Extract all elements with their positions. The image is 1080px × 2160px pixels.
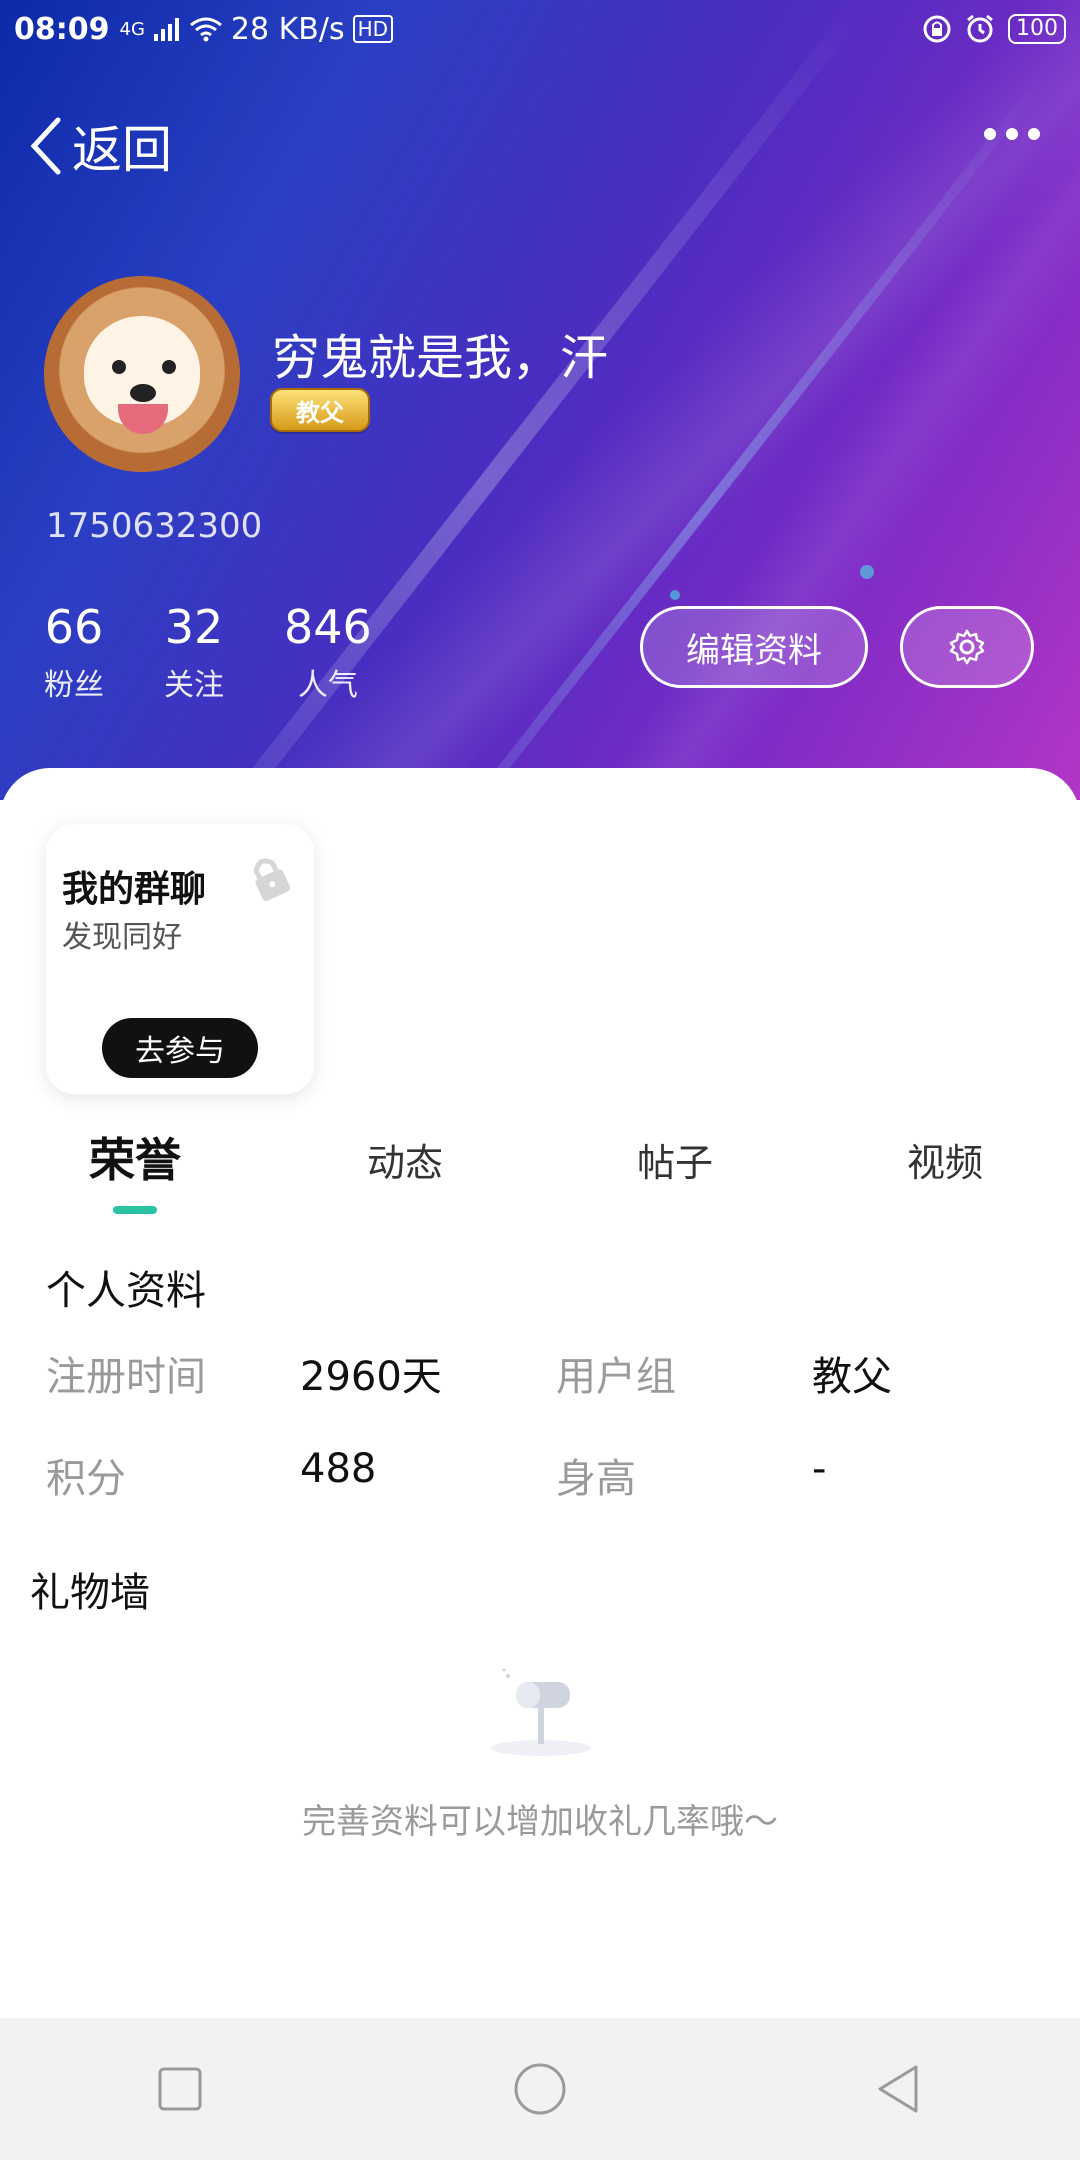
tab-honor[interactable]: 荣誉 — [0, 1124, 270, 1214]
network-indicators: 4G 28 KB/s HD — [120, 12, 394, 47]
battery-indicator: 100 — [1008, 14, 1066, 44]
info-key: 用户组 — [556, 1354, 676, 1400]
recent-apps-button[interactable] — [140, 2049, 220, 2129]
decorative-dot — [860, 565, 874, 579]
wifi-icon — [189, 17, 222, 42]
more-dot-icon — [984, 128, 996, 140]
gear-icon — [949, 629, 985, 665]
profile-content: 我的群聊 发现同好 去参与 荣誉 动态 帖子 视频 个人资料 注册时间 2960… — [0, 768, 1080, 2018]
chevron-left-icon — [30, 117, 61, 175]
back-button[interactable]: 返回 — [28, 110, 172, 182]
status-time: 08:09 — [14, 11, 110, 47]
tab-label: 视频 — [906, 1141, 983, 1185]
stat-label: 粉丝 — [44, 668, 104, 703]
home-button[interactable] — [500, 2049, 580, 2129]
square-icon — [158, 2067, 202, 2111]
more-dot-icon — [1028, 128, 1040, 140]
info-value: 教父 — [812, 1354, 892, 1400]
stat-following[interactable]: 32 关注 — [164, 600, 224, 704]
edit-profile-button[interactable]: 编辑资料 — [640, 606, 868, 688]
hd-icon: HD — [352, 15, 394, 43]
stat-popularity[interactable]: 846 人气 — [284, 600, 372, 704]
stat-label: 关注 — [164, 668, 224, 703]
info-key: 身高 — [556, 1456, 636, 1502]
avatar-mouth — [118, 404, 168, 434]
mailbox-icon — [491, 1668, 591, 1756]
signal-icon — [153, 18, 179, 41]
profile-header: 08:09 4G 28 KB/s HD 100 返回 穷鬼就是我，汗 教父 17… — [0, 0, 1080, 800]
gift-wall-empty-tip: 完善资料可以增加收礼几率哦～ — [302, 1802, 778, 1842]
status-right: 100 — [922, 13, 1066, 45]
info-value: 2960天 — [300, 1354, 442, 1400]
username: 穷鬼就是我，汗 — [272, 330, 609, 386]
gift-wall-title: 礼物墙 — [30, 1570, 150, 1616]
info-value: 488 — [300, 1446, 377, 1492]
group-chat-card[interactable]: 我的群聊 发现同好 去参与 — [46, 824, 314, 1094]
tab-feed[interactable]: 动态 — [270, 1124, 540, 1214]
group-card-subtitle: 发现同好 — [62, 920, 182, 955]
stat-value: 66 — [44, 600, 104, 654]
circle-icon — [514, 2063, 566, 2115]
user-id: 1750632300 — [46, 506, 263, 546]
stat-followers[interactable]: 66 粉丝 — [44, 600, 104, 704]
more-button[interactable] — [984, 128, 1040, 140]
profile-info-title: 个人资料 — [46, 1268, 206, 1314]
profile-tabs: 荣誉 动态 帖子 视频 — [0, 1124, 1080, 1214]
info-key: 注册时间 — [46, 1354, 206, 1400]
triangle-back-icon — [878, 2065, 918, 2113]
group-card-title: 我的群聊 — [62, 869, 207, 910]
status-bar: 08:09 4G 28 KB/s HD 100 — [0, 0, 1080, 58]
tab-active-indicator — [113, 1206, 157, 1214]
tab-label: 动态 — [366, 1141, 443, 1185]
network-type: 4G — [119, 18, 145, 40]
avatar[interactable] — [44, 276, 240, 472]
avatar-eye — [112, 360, 126, 374]
back-system-button[interactable] — [860, 2049, 940, 2129]
tab-videos[interactable]: 视频 — [810, 1124, 1080, 1214]
network-speed: 28 KB/s — [230, 11, 345, 47]
tab-posts[interactable]: 帖子 — [540, 1124, 810, 1214]
stat-value: 846 — [284, 600, 372, 654]
more-dot-icon — [1006, 128, 1018, 140]
info-key: 积分 — [46, 1456, 126, 1502]
decorative-streak — [362, 73, 1048, 800]
settings-button[interactable] — [900, 606, 1034, 688]
stat-value: 32 — [164, 600, 224, 654]
alarm-icon — [967, 14, 993, 43]
tab-label: 荣誉 — [89, 1133, 181, 1187]
join-group-button[interactable]: 去参与 — [102, 1018, 258, 1078]
decorative-dot — [670, 590, 680, 600]
system-navigation-bar — [0, 2018, 1080, 2160]
avatar-eye — [162, 360, 176, 374]
tab-label: 帖子 — [636, 1141, 713, 1185]
user-group-badge: 教父 — [270, 388, 370, 432]
info-value: - — [812, 1446, 827, 1492]
lock-icon — [253, 858, 291, 902]
lock-rotation-icon — [923, 15, 951, 43]
profile-stats: 66 粉丝 32 关注 846 人气 — [44, 600, 372, 704]
back-label: 返回 — [72, 121, 172, 179]
stat-label: 人气 — [297, 668, 358, 703]
avatar-nose — [130, 384, 156, 402]
